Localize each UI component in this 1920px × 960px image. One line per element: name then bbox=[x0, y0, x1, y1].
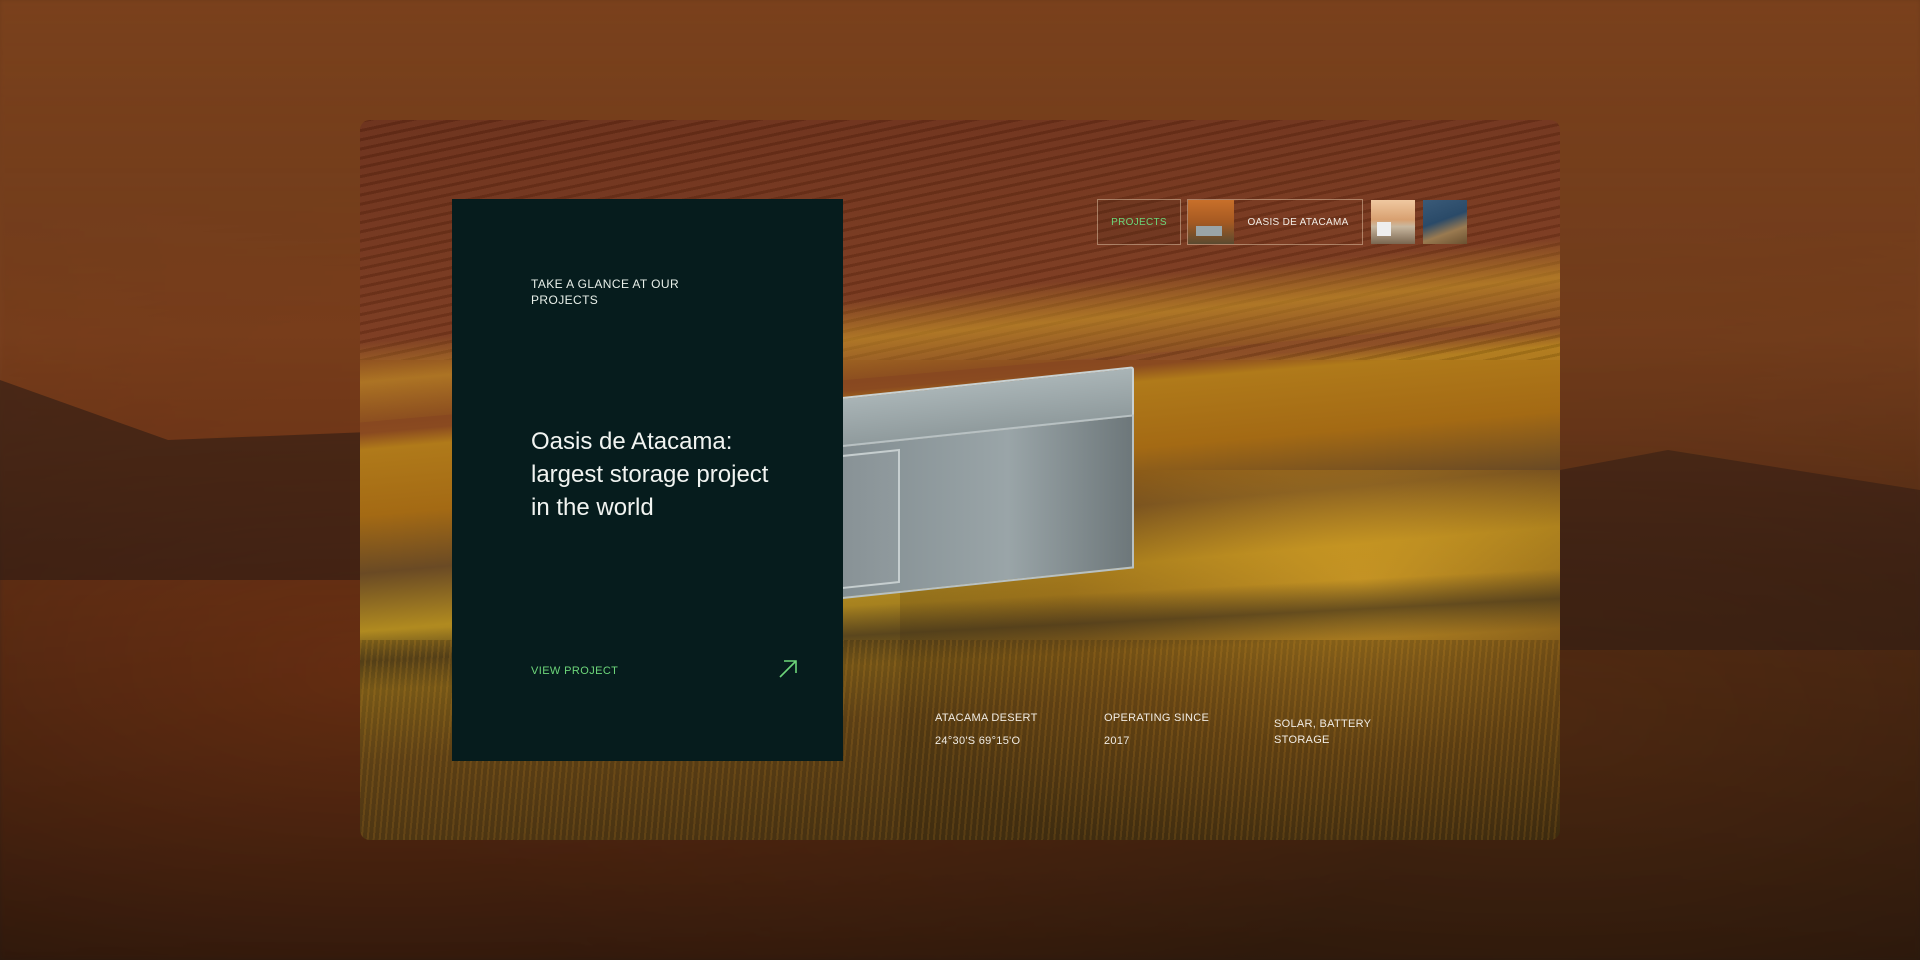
coordinates-value: 24°30'S 69°15'O bbox=[935, 735, 1021, 747]
storage-container-image bbox=[820, 365, 1150, 612]
info-operating: OPERATING SINCE 2017 bbox=[1104, 710, 1209, 749]
tab-oasis-label: OASIS DE ATACAMA bbox=[1247, 216, 1349, 228]
tab-oasis-de-atacama[interactable]: OASIS DE ATACAMA bbox=[1187, 199, 1363, 245]
operating-label: OPERATING SINCE bbox=[1104, 712, 1210, 724]
view-project-label: VIEW PROJECT bbox=[531, 665, 619, 677]
project-tabs: PROJECTS OASIS DE ATACAMA bbox=[1097, 199, 1467, 245]
operating-year: 2017 bbox=[1104, 735, 1130, 747]
view-project-button[interactable]: VIEW PROJECT bbox=[531, 659, 799, 683]
project-thumbnail-2[interactable] bbox=[1371, 200, 1415, 244]
info-technology: SOLAR, BATTERY STORAGE bbox=[1274, 716, 1394, 748]
project-card: TAKE A GLANCE AT OUR PROJECTS Oasis de A… bbox=[452, 199, 843, 761]
oasis-thumbnail bbox=[1188, 200, 1234, 244]
project-title: Oasis de Atacama: largest storage projec… bbox=[531, 428, 769, 521]
info-location: ATACAMA DESERT 24°30'S 69°15'O bbox=[935, 710, 1038, 749]
technology-label: SOLAR, BATTERY STORAGE bbox=[1274, 718, 1372, 746]
location-label: ATACAMA DESERT bbox=[935, 712, 1038, 724]
project-thumbnail-3[interactable] bbox=[1423, 200, 1467, 244]
card-eyebrow: TAKE A GLANCE AT OUR PROJECTS bbox=[531, 277, 680, 307]
tab-projects[interactable]: PROJECTS bbox=[1097, 199, 1181, 245]
tab-projects-label: PROJECTS bbox=[1111, 216, 1167, 228]
arrow-up-right-icon bbox=[777, 658, 799, 685]
